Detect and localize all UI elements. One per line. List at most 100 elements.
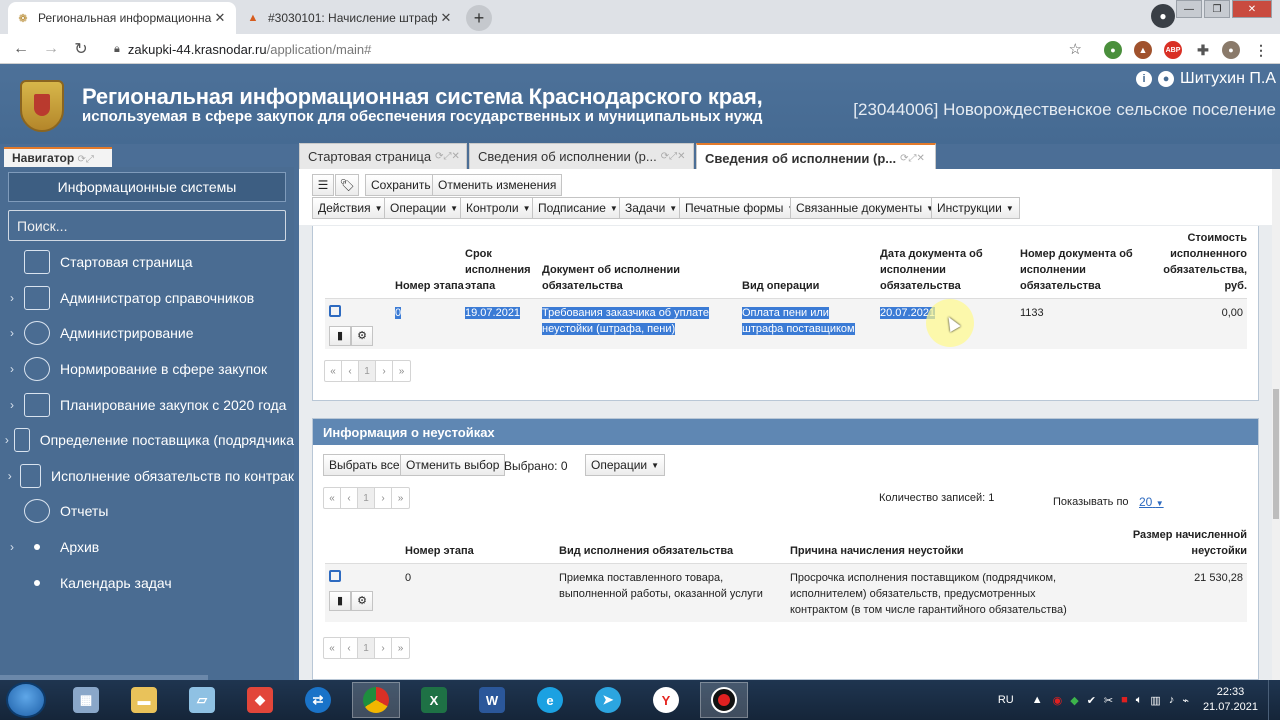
first-page-button[interactable]: « xyxy=(324,638,341,658)
reload-icon[interactable]: ↻ xyxy=(66,39,96,59)
menu-dots-icon[interactable]: ⋮ xyxy=(1252,41,1270,59)
sidebar-item-calendar[interactable]: Календарь задач xyxy=(0,566,294,600)
operations-menu[interactable]: Операции ▼ xyxy=(585,454,666,476)
record-tray-icon[interactable]: ◉ xyxy=(1053,694,1063,707)
green-ext-icon[interactable]: ● xyxy=(1104,41,1122,59)
teamviewer-app[interactable]: ⇄ xyxy=(294,682,342,718)
deselect-button[interactable]: Отменить выбор xyxy=(400,454,506,476)
clock[interactable]: 22:33 21.07.2021 xyxy=(1203,685,1258,715)
prev-page-button[interactable]: ‹ xyxy=(341,638,358,658)
row-checkbox[interactable] xyxy=(329,570,341,582)
prev-page-button[interactable]: ‹ xyxy=(341,488,358,508)
sidebar-item-archive[interactable]: › Архив xyxy=(0,530,294,564)
chevron-right-icon[interactable]: › xyxy=(0,291,24,305)
tray-expand-icon[interactable]: ▲ xyxy=(1032,694,1043,706)
ie-app[interactable]: e xyxy=(526,682,574,718)
last-page-button[interactable]: » xyxy=(393,361,410,381)
checkmark-icon[interactable]: ✔ xyxy=(1087,694,1096,707)
content-scrollbar[interactable] xyxy=(1272,169,1280,680)
page-number[interactable]: 1 xyxy=(358,488,375,508)
telegram-app[interactable]: ➤ xyxy=(584,682,632,718)
chevron-right-icon[interactable]: › xyxy=(0,362,24,376)
url-field[interactable]: 🔒︎ zakupki-44.krasnodar.ru /application/… xyxy=(104,37,1094,61)
print-forms-menu[interactable]: Печатные формы▼ xyxy=(679,197,802,219)
page-number[interactable]: 1 xyxy=(358,638,375,658)
sidebar-item-supplier[interactable]: › Определение поставщика (подрядчика xyxy=(0,423,294,457)
tab-controls-icon[interactable]: ⟳⤢✕ xyxy=(900,153,925,164)
hat-ext-icon[interactable]: ▲ xyxy=(1134,41,1152,59)
chevron-right-icon[interactable]: › xyxy=(0,433,14,447)
tab-start-page[interactable]: Стартовая страница ⟳⤢✕ xyxy=(299,143,467,169)
mic-icon[interactable]: ♪ xyxy=(1169,694,1175,706)
operations-menu[interactable]: Операции ▼ xyxy=(384,197,465,219)
tools-icon[interactable]: ✂ xyxy=(1104,694,1113,707)
explorer-app[interactable]: ▬ xyxy=(120,682,168,718)
usb-icon[interactable]: ⌁ xyxy=(1182,694,1189,707)
gear-icon[interactable]: ⚙ xyxy=(351,591,373,611)
tag-icon[interactable]: 🏷︎ xyxy=(335,174,359,196)
bookmark-star-icon[interactable]: ☆ xyxy=(1069,40,1082,58)
scrollbar-thumb[interactable] xyxy=(1273,389,1279,519)
gear-icon[interactable]: ⚙ xyxy=(351,326,373,346)
information-systems-button[interactable]: Информационные системы xyxy=(8,172,286,202)
next-page-button[interactable]: › xyxy=(375,488,392,508)
shield-icon[interactable]: ◆ xyxy=(1070,694,1078,707)
info-icon[interactable]: i xyxy=(1136,71,1153,87)
start-button[interactable] xyxy=(6,682,46,718)
sidebar-item-administration[interactable]: › Администрирование xyxy=(0,316,294,350)
related-docs-menu[interactable]: Связанные документы▼ xyxy=(790,197,940,219)
show-desktop-button[interactable] xyxy=(1268,680,1280,720)
chevron-right-icon[interactable]: › xyxy=(0,540,24,554)
anydesk-app[interactable]: ◆ xyxy=(236,682,284,718)
forward-arrow-icon[interactable]: → xyxy=(36,40,66,58)
tab-execution-info[interactable]: Сведения об исполнении (р... ⟳⤢✕ xyxy=(469,143,694,169)
excel-app[interactable]: X xyxy=(410,682,458,718)
table-row[interactable]: ▮ ⚙ 0 Приемка поставленного товара, выпол… xyxy=(325,563,1247,622)
sidebar-item-dictionaries[interactable]: › Администратор справочников xyxy=(0,281,294,315)
refresh-icon[interactable]: ⟳⤢ xyxy=(78,154,94,165)
sidebar-item-execution[interactable]: › Исполнение обязательств по контрак xyxy=(0,459,294,493)
last-page-button[interactable]: » xyxy=(392,638,409,658)
yandex-app[interactable]: Y xyxy=(642,682,690,718)
avatar[interactable]: ● xyxy=(1222,41,1240,59)
browser-tab-active[interactable]: ❁ Региональная информационна ✕ xyxy=(8,2,236,34)
maximize-button[interactable]: ❐ xyxy=(1204,0,1230,18)
adblock-icon[interactable]: ABP xyxy=(1164,41,1182,59)
word-app[interactable]: W xyxy=(468,682,516,718)
page-number[interactable]: 1 xyxy=(359,361,376,381)
calculator-app[interactable]: ▦ xyxy=(62,682,110,718)
select-all-button[interactable]: Выбрать все xyxy=(323,454,406,476)
next-page-button[interactable]: › xyxy=(376,361,393,381)
save-button[interactable]: Сохранить xyxy=(365,174,437,196)
actions-menu[interactable]: Действия ▼ xyxy=(312,197,389,219)
sidebar-item-reports[interactable]: Отчеты xyxy=(0,494,294,528)
document-icon[interactable]: ▮ xyxy=(329,591,351,611)
controls-menu[interactable]: Контроли ▼ xyxy=(460,197,537,219)
first-page-button[interactable]: « xyxy=(325,361,342,381)
language-indicator[interactable]: RU xyxy=(998,694,1014,706)
execution-document[interactable]: Требования заказчика об уплате неустойки… xyxy=(542,307,709,335)
volume-icon[interactable]: 🔈︎ xyxy=(1136,694,1143,707)
search-input[interactable] xyxy=(8,210,286,241)
minimize-button[interactable]: — xyxy=(1176,0,1202,18)
network-icon[interactable]: ▥ xyxy=(1150,694,1160,707)
recorder-app[interactable] xyxy=(700,682,748,718)
menu-icon[interactable]: ☰ xyxy=(312,174,334,196)
close-tab-icon[interactable]: ✕ xyxy=(212,10,228,26)
signing-menu[interactable]: Подписание ▼ xyxy=(532,197,624,219)
row-checkbox[interactable] xyxy=(329,305,341,317)
instructions-menu[interactable]: Инструкции ▼ xyxy=(931,197,1020,219)
last-page-button[interactable]: » xyxy=(392,488,409,508)
table-row[interactable]: ▮ ⚙ 0 19.07.2021 Требования заказчика об … xyxy=(325,298,1247,349)
browser-tab[interactable]: ▲ #3030101: Начисление штрафа ✕ xyxy=(238,2,462,34)
next-page-button[interactable]: › xyxy=(375,638,392,658)
tasks-menu[interactable]: Задачи ▼ xyxy=(619,197,684,219)
chrome-app[interactable] xyxy=(352,682,400,718)
cancel-changes-button[interactable]: Отменить изменения xyxy=(432,174,563,196)
prev-page-button[interactable]: ‹ xyxy=(342,361,359,381)
chevron-right-icon[interactable]: › xyxy=(0,326,24,340)
puzzle-icon[interactable]: ✚ xyxy=(1194,41,1212,59)
new-tab-button[interactable]: + xyxy=(466,5,492,31)
back-arrow-icon[interactable]: ← xyxy=(6,40,36,58)
close-tab-icon[interactable]: ✕ xyxy=(438,10,454,26)
